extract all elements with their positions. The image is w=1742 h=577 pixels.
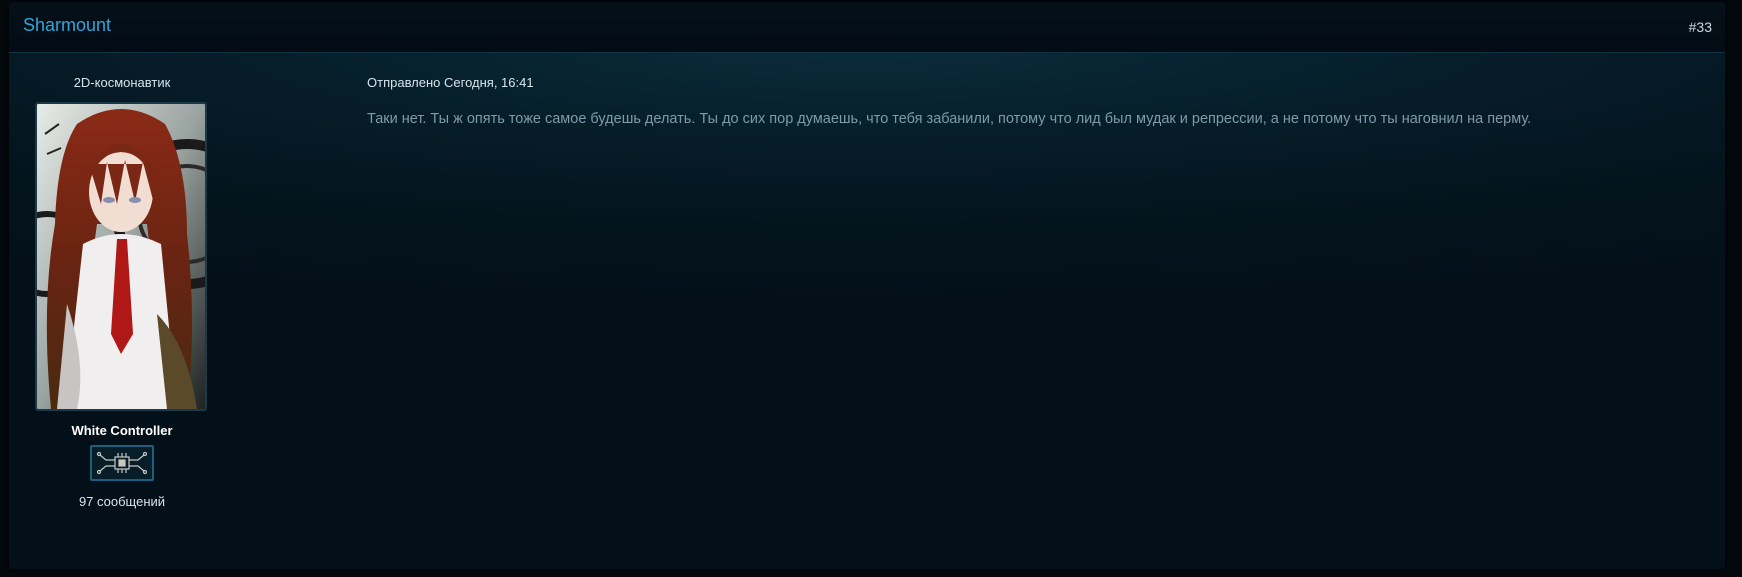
author-sidebar: 2D-космонавтик White Controller 97 сообщ… — [9, 53, 235, 553]
forum-post: Sharmount #33 2D-космонавтик White Contr… — [9, 2, 1725, 569]
post-count: 97 сообщений — [78, 494, 166, 509]
post-number-link[interactable]: #33 — [1689, 19, 1712, 35]
user-group: White Controller — [71, 423, 173, 438]
user-title: 2D-космонавтик — [73, 75, 171, 90]
circuit-chip-icon — [90, 445, 154, 481]
post-header: Sharmount #33 — [9, 2, 1725, 53]
author-name-link[interactable]: Sharmount — [23, 15, 111, 36]
post-content: Таки нет. Ты ж опять тоже самое будешь д… — [367, 111, 1532, 127]
post-body: 2D-космонавтик White Controller 97 сообщ… — [9, 53, 1725, 569]
avatar-image — [37, 104, 205, 409]
post-date: Отправлено Сегодня, 16:41 — [367, 75, 534, 90]
avatar[interactable] — [35, 102, 207, 411]
